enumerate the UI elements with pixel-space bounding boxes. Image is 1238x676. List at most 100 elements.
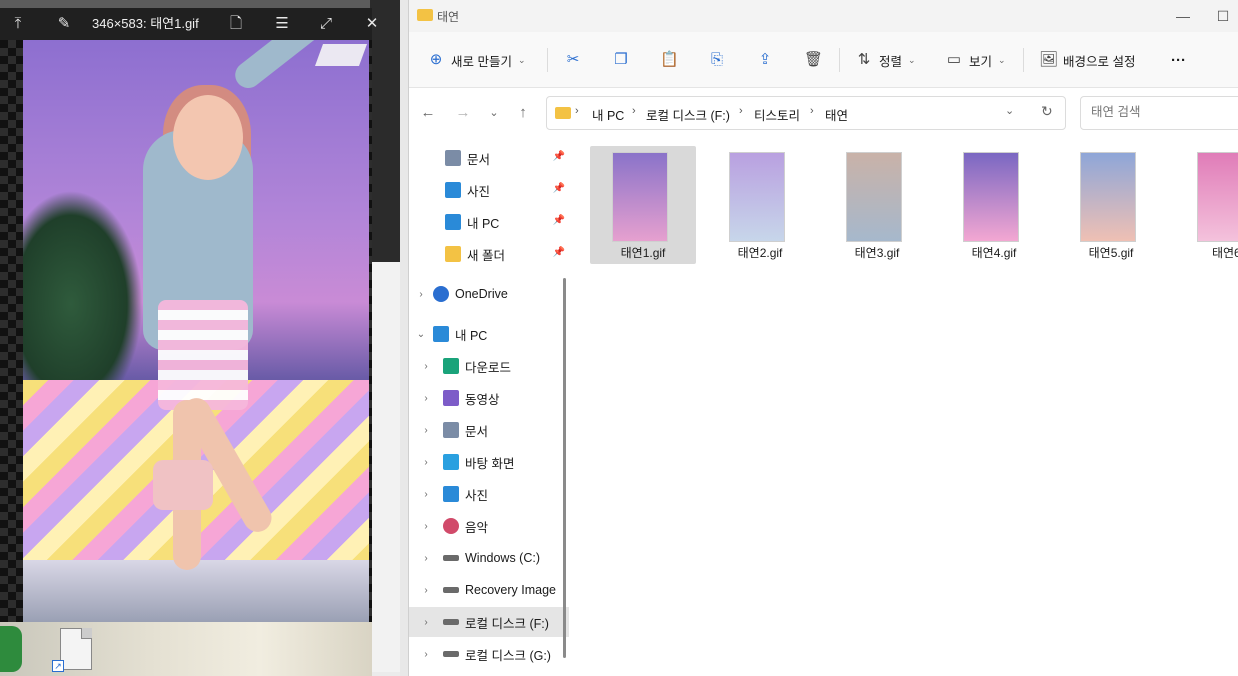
photo-skirt: [158, 300, 248, 410]
document-icon: [443, 422, 459, 438]
expand-chevron-icon[interactable]: ›: [409, 457, 443, 468]
expand-chevron-icon[interactable]: ›: [409, 361, 443, 372]
expand-chevron-icon[interactable]: ›: [409, 585, 443, 596]
recent-locations-icon[interactable]: ⌄: [483, 102, 505, 124]
file-item[interactable]: 태연2.gif: [707, 146, 813, 264]
up-arrow-icon[interactable]: ↑: [512, 102, 534, 124]
sidebar-item-desktop[interactable]: › 바탕 화면: [409, 447, 569, 477]
file-name: 태연2.gif: [737, 246, 783, 260]
more-options-button[interactable]: ···: [1171, 46, 1186, 74]
sidebar-item-this-pc[interactable]: ⌄ 내 PC: [409, 319, 569, 349]
set-background-button[interactable]: 🖼 배경으로 설정: [1039, 46, 1135, 74]
sidebar-item-drive-g[interactable]: › 로컬 디스크 (G:): [409, 639, 569, 669]
address-bar[interactable]: › 내 PC › 로컬 디스크 (F:) › 티스토리 › 태연 ⌄ ↻: [546, 96, 1066, 130]
collapse-chevron-icon[interactable]: ⌄: [409, 329, 433, 340]
pin-icon[interactable]: 📌: [553, 247, 565, 258]
file-name: 태연1.gif: [620, 246, 666, 260]
breadcrumb-item[interactable]: 내 PC: [592, 105, 624, 124]
breadcrumb-item[interactable]: 태연: [825, 105, 848, 124]
expand-chevron-icon[interactable]: ›: [409, 617, 443, 628]
view-button[interactable]: ▭ 보기 ⌄: [945, 46, 1006, 74]
copy-icon: ❐: [614, 51, 628, 68]
refresh-icon[interactable]: ↻: [1041, 103, 1053, 120]
sort-icon: ⇅: [857, 51, 871, 68]
pin-icon[interactable]: 📌: [553, 183, 565, 194]
video-icon: [443, 390, 459, 406]
new-button[interactable]: ⊕ 새로 만들기 ⌄: [427, 46, 526, 74]
file-list: 태연1.gif 태연2.gif 태연3.gif 태연4.gif 태연5.gif …: [577, 138, 1238, 676]
view-label: 보기: [969, 54, 993, 69]
sidebar-item-label: OneDrive: [455, 287, 508, 301]
toolbar-divider: [547, 48, 548, 72]
expand-chevron-icon[interactable]: ›: [409, 489, 443, 500]
chevron-down-icon: ⌄: [998, 54, 1006, 65]
drive-icon: [443, 651, 459, 657]
list-icon[interactable]: ☰: [268, 8, 296, 40]
pin-icon[interactable]: ✎: [50, 8, 78, 40]
minimize-button[interactable]: —: [1173, 6, 1193, 26]
desktop-icon: [443, 454, 459, 470]
breadcrumb-separator-icon: ›: [739, 105, 743, 117]
image-icon: 🖼: [1039, 51, 1059, 68]
sidebar-item-label: Recovery Image: [465, 583, 557, 597]
breadcrumb-item[interactable]: 티스토리: [754, 105, 800, 124]
expand-chevron-icon[interactable]: ›: [409, 425, 443, 436]
sidebar-scrollbar[interactable]: [563, 278, 566, 658]
back-arrow-icon[interactable]: ←: [417, 102, 439, 124]
breadcrumb-separator-icon: ›: [632, 105, 636, 117]
background-window-gap: [370, 0, 410, 676]
sidebar-item-recovery[interactable]: › Recovery Image: [409, 575, 569, 605]
sidebar-item-drive-c[interactable]: › Windows (C:): [409, 543, 569, 573]
file-item[interactable]: 태연6.: [1175, 146, 1238, 264]
paste-button[interactable]: 📋: [660, 46, 679, 74]
search-box[interactable]: [1080, 96, 1238, 130]
sort-button[interactable]: ⇅ 정렬 ⌄: [855, 46, 916, 74]
chevron-down-icon[interactable]: ⌄: [1005, 104, 1014, 117]
breadcrumb-item[interactable]: 로컬 디스크 (F:): [646, 105, 730, 124]
view-icon: ▭: [946, 51, 962, 68]
file-thumbnail: [729, 152, 785, 242]
maximize-button[interactable]: ☐: [1213, 6, 1233, 26]
cut-button[interactable]: ✂: [564, 46, 582, 74]
expand-icon[interactable]: ⤢: [312, 8, 340, 40]
pin-icon[interactable]: 📌: [553, 151, 565, 162]
copy-button[interactable]: ❐: [612, 46, 630, 74]
desktop-app-icon[interactable]: [0, 626, 22, 672]
expand-chevron-icon[interactable]: ›: [409, 521, 443, 532]
forward-arrow-icon[interactable]: →: [452, 102, 474, 124]
pin-to-top-icon[interactable]: ⤒: [4, 8, 32, 40]
share-button[interactable]: ⇪: [756, 46, 774, 74]
search-input[interactable]: [1081, 97, 1231, 127]
sidebar-item-onedrive[interactable]: › OneDrive: [409, 279, 569, 309]
file-item[interactable]: 태연1.gif: [590, 146, 696, 264]
close-icon[interactable]: ✕: [358, 8, 386, 40]
sidebar-item-this-pc-quick[interactable]: 내 PC 📌: [409, 207, 569, 237]
expand-chevron-icon[interactable]: ›: [409, 393, 443, 404]
gif-image: [23, 40, 369, 622]
desktop-file-icon[interactable]: [60, 628, 92, 670]
rename-button[interactable]: ⎘: [708, 46, 726, 74]
pictures-icon: [445, 182, 461, 198]
pin-icon[interactable]: 📌: [553, 215, 565, 226]
viewer-canvas: [0, 40, 372, 622]
sidebar-item-downloads[interactable]: › 다운로드: [409, 351, 569, 381]
expand-chevron-icon[interactable]: ›: [409, 649, 443, 660]
expand-chevron-icon[interactable]: ›: [409, 289, 433, 300]
folder-icon: [417, 9, 433, 21]
sidebar-item-music[interactable]: › 음악: [409, 511, 569, 541]
sidebar-item-pictures[interactable]: 사진 📌: [409, 175, 569, 205]
sidebar-item-documents[interactable]: 문서 📌: [409, 143, 569, 173]
file-item[interactable]: 태연4.gif: [941, 146, 1047, 264]
sidebar-item-pictures-pc[interactable]: › 사진: [409, 479, 569, 509]
paste-icon: 📋: [660, 51, 679, 68]
delete-button[interactable]: 🗑: [804, 46, 823, 74]
sidebar-item-new-folder[interactable]: 새 폴더 📌: [409, 239, 569, 269]
sidebar-item-label: 내 PC: [455, 328, 488, 343]
expand-chevron-icon[interactable]: ›: [409, 553, 443, 564]
file-item[interactable]: 태연5.gif: [1058, 146, 1164, 264]
save-icon[interactable]: 🗋: [222, 8, 250, 40]
sidebar-item-drive-f[interactable]: › 로컬 디스크 (F:): [409, 607, 569, 637]
sidebar-item-documents-pc[interactable]: › 문서: [409, 415, 569, 445]
file-item[interactable]: 태연3.gif: [824, 146, 930, 264]
sidebar-item-videos[interactable]: › 동영상: [409, 383, 569, 413]
